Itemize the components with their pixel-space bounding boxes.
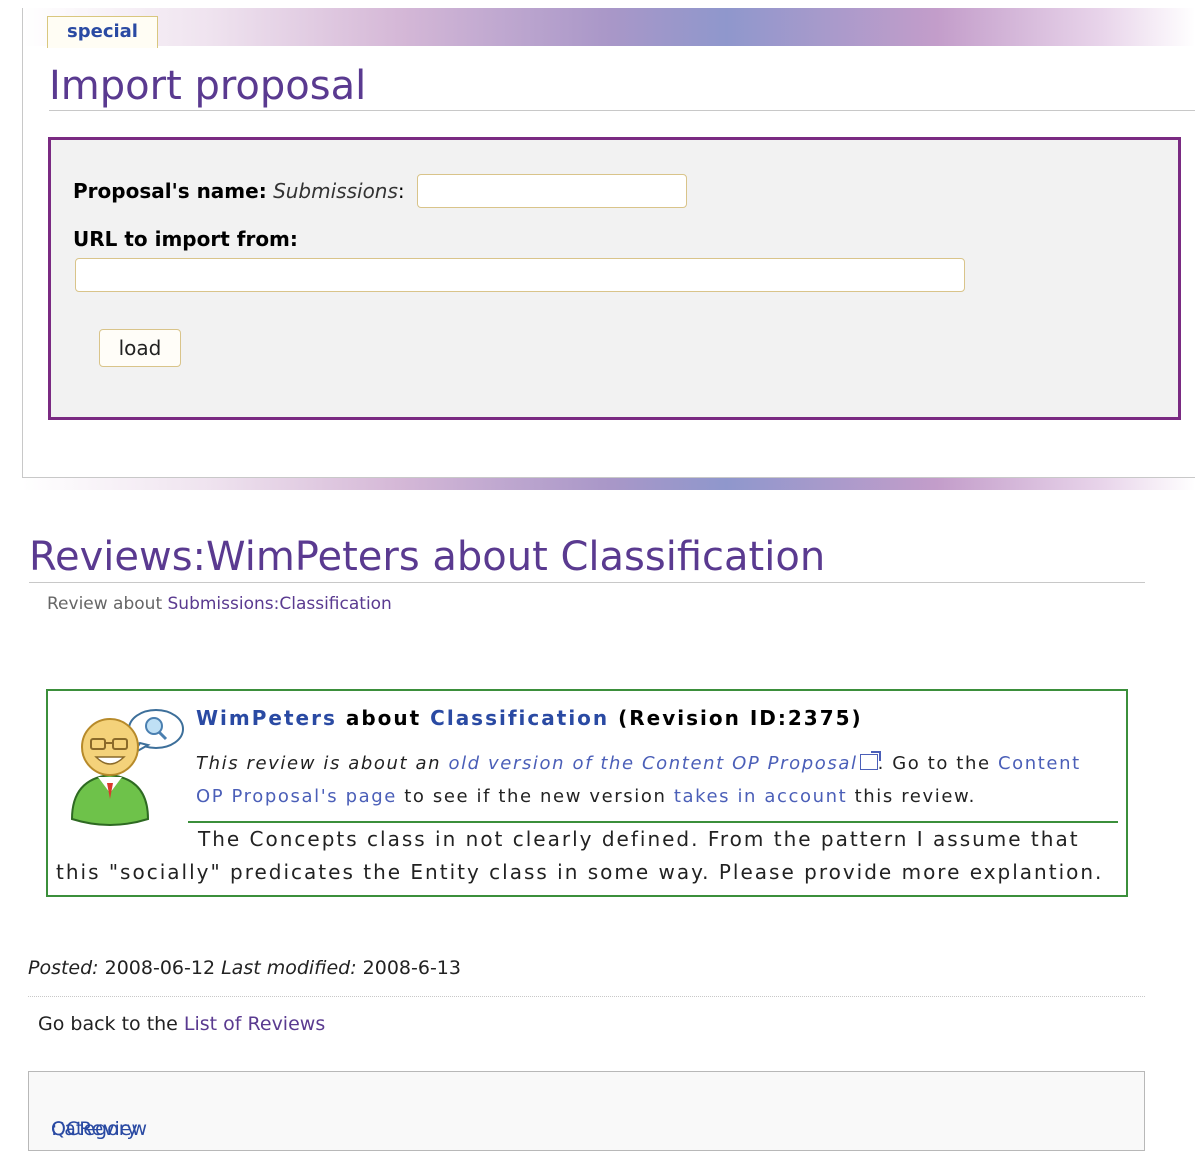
review-title: Reviews:WimPeters about Classification bbox=[29, 532, 1145, 583]
proposal-link[interactable]: Submissions:Classification bbox=[168, 594, 392, 614]
review-subtitle: Review about Submissions:Classification bbox=[47, 593, 392, 615]
go-back-line: Go back to the List of Reviews bbox=[38, 1011, 325, 1037]
category-box: Category: QCReview bbox=[28, 1071, 1145, 1151]
note-mid2: to see if the new version bbox=[396, 786, 674, 807]
special-panel: special Import proposal Proposal's name:… bbox=[22, 8, 1195, 478]
modified-value: 2008-6-13 bbox=[356, 957, 461, 979]
list-of-reviews-link[interactable]: List of Reviews bbox=[184, 1013, 325, 1035]
review-header: WimPeters about Classification (Revision… bbox=[196, 705, 863, 731]
note-mid: . Go to the bbox=[877, 753, 998, 774]
panel-bottom-gradient bbox=[22, 478, 1195, 490]
import-form: Proposal's name: Submissions: URL to imp… bbox=[48, 137, 1181, 420]
proposal-name-input[interactable] bbox=[417, 174, 687, 208]
review-box: WimPeters about Classification (Revision… bbox=[46, 689, 1128, 897]
proposal-namespace-prefix: Submissions bbox=[273, 179, 398, 203]
review-body: The Concepts class in not clearly define… bbox=[56, 827, 1104, 884]
posted-label: Posted: bbox=[28, 957, 99, 979]
prefix-colon: : bbox=[397, 179, 405, 203]
goback-prefix: Go back to the bbox=[38, 1013, 184, 1035]
load-button[interactable]: load bbox=[99, 329, 181, 367]
note-post: this review. bbox=[847, 786, 976, 807]
category-qcreview-link[interactable]: QCReview bbox=[51, 1116, 147, 1142]
reviewer-avatar-icon bbox=[70, 709, 184, 826]
posted-line: Posted: 2008-06-12 Last modified: 2008-6… bbox=[28, 955, 461, 981]
page-title: Import proposal bbox=[49, 62, 1195, 111]
old-version-link[interactable]: old version of the Content OP Proposal bbox=[448, 753, 857, 774]
subtitle-prefix: Review about bbox=[47, 594, 168, 614]
revision-id: (Revision ID:2375) bbox=[609, 706, 863, 730]
url-label: URL to import from: bbox=[73, 227, 298, 251]
external-link-icon bbox=[859, 751, 881, 770]
review-version-note: This review is about an old version of t… bbox=[196, 747, 1116, 813]
topic-link[interactable]: Classification bbox=[430, 706, 609, 730]
modified-label: Last modified: bbox=[221, 957, 357, 979]
panel-gradient-bar bbox=[23, 8, 1195, 46]
header-about: about bbox=[336, 706, 431, 730]
proposal-name-label-text: Proposal's name: bbox=[73, 179, 267, 203]
proposal-name-label: Proposal's name: Submissions: bbox=[73, 178, 405, 204]
posted-value: 2008-06-12 bbox=[98, 957, 222, 979]
reviewer-link[interactable]: WimPeters bbox=[196, 706, 337, 730]
tab-special[interactable]: special bbox=[47, 16, 158, 48]
dotted-divider bbox=[28, 996, 1145, 997]
url-input[interactable] bbox=[75, 258, 965, 292]
note-prefix: This review is about an bbox=[196, 753, 449, 774]
takes-in-account-link[interactable]: takes in account bbox=[674, 786, 848, 807]
